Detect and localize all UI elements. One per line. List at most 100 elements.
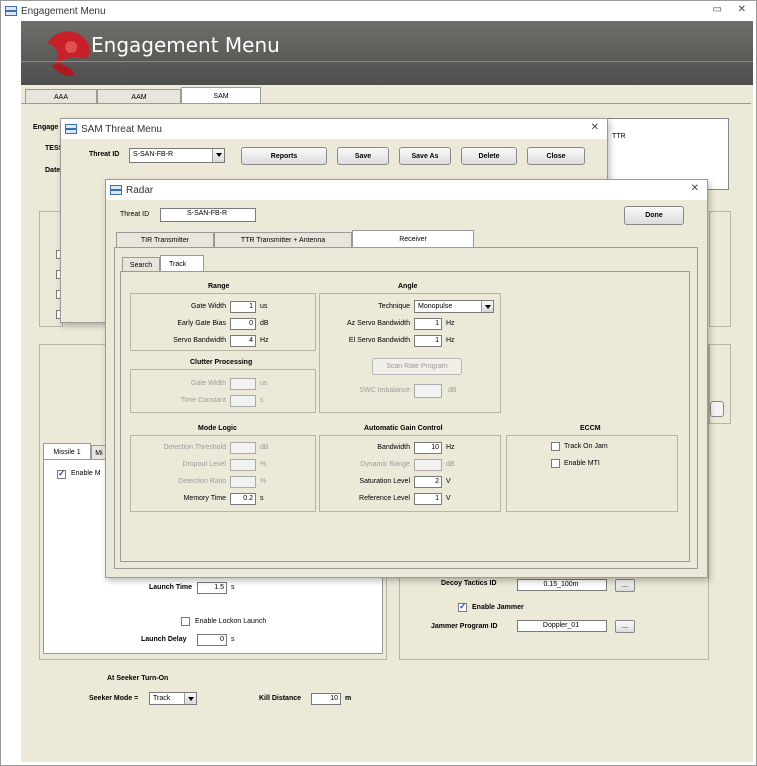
technique-select[interactable]: Monopulse: [414, 300, 494, 313]
range-servo-bandwidth-input[interactable]: 4: [230, 335, 256, 347]
memory-time-unit: s: [260, 495, 264, 502]
angle-heading: Angle: [398, 283, 418, 290]
range-gate-width-label: Gate Width: [190, 303, 226, 310]
enable-jammer-checkbox[interactable]: [458, 601, 467, 612]
chevron-down-icon: [481, 301, 493, 312]
engage-label: Engage: [33, 124, 59, 131]
tab-aam[interactable]: AAM: [97, 89, 181, 104]
close-icon[interactable]: ✕: [738, 4, 746, 15]
seeker-mode-label: Seeker Mode =: [89, 695, 139, 702]
kill-distance-label: Kill Distance: [259, 695, 302, 702]
close-button[interactable]: Close: [527, 147, 585, 165]
dynamic-range-unit: dB: [446, 461, 455, 468]
early-gate-bias-label: Early Gate Bias: [177, 320, 226, 327]
early-gate-bias-unit: dB: [260, 320, 269, 327]
form-icon: [65, 124, 77, 134]
tab-track[interactable]: Track: [160, 255, 204, 272]
delete-button[interactable]: Delete: [461, 147, 517, 165]
launch-delay-input[interactable]: 0: [197, 634, 227, 646]
close-icon[interactable]: ✕: [591, 122, 599, 133]
range-servo-bandwidth-label: Servo Bandwidth: [173, 337, 226, 344]
header-title: Engagement Menu: [91, 33, 280, 57]
detection-threshold-input: [230, 442, 256, 454]
scan-rate-program-button[interactable]: Scan Rate Program: [372, 358, 462, 375]
time-constant-input: [230, 395, 256, 407]
decoy-browse-button[interactable]: ...: [615, 579, 635, 592]
dropout-level-unit: %: [260, 461, 267, 468]
sam-threat-id-label: Threat ID: [89, 151, 120, 158]
agc-bandwidth-unit: Hz: [446, 444, 455, 451]
sam-titlebar: SAM Threat Menu ✕: [61, 119, 607, 139]
agc-heading: Automatic Gain Control: [364, 425, 443, 432]
range-gate-width-input[interactable]: 1: [230, 301, 256, 313]
tab-tir-transmitter[interactable]: TIR Transmitter: [116, 232, 214, 247]
backdrop-button[interactable]: [710, 401, 724, 417]
reference-level-label: Reference Level: [359, 495, 410, 502]
enable-missile-checkbox[interactable]: [57, 468, 66, 479]
radar-threat-id-label: Threat ID: [120, 211, 150, 218]
track-on-jam-label: Track On Jam: [564, 443, 608, 450]
chevron-down-icon: [184, 693, 196, 704]
early-gate-bias-input[interactable]: 0: [230, 318, 256, 330]
ttr-label: TTR: [612, 133, 626, 140]
az-servo-bandwidth-input[interactable]: 1: [414, 318, 442, 330]
tab-strip-line: [21, 103, 751, 104]
saturation-level-input[interactable]: 2: [414, 476, 442, 488]
agc-bandwidth-input[interactable]: 10: [414, 442, 442, 454]
save-as-button[interactable]: Save As: [399, 147, 451, 165]
logo-icon: [47, 31, 90, 76]
enable-missile-label: Enable M: [71, 470, 101, 477]
dynamic-range-label: Dynamic Range: [360, 461, 410, 468]
memory-time-input[interactable]: 0.2: [230, 493, 256, 505]
tab-missile-1[interactable]: Missile 1: [43, 443, 91, 460]
swc-imbalance-input: [414, 384, 442, 398]
reports-button[interactable]: Reports: [241, 147, 327, 165]
launch-time-input[interactable]: 1.5: [197, 582, 227, 594]
jammer-program-browse-button[interactable]: ...: [615, 620, 635, 633]
el-servo-bandwidth-unit: Hz: [446, 337, 455, 344]
tab-ttr-transmitter-antenna[interactable]: TTR Transmitter + Antenna: [214, 232, 352, 247]
clutter-gate-width-unit: us: [260, 380, 268, 387]
seeker-heading: At Seeker Turn-On: [107, 675, 169, 682]
dynamic-range-input: [414, 459, 442, 471]
detection-threshold-label: Detection Threshold: [163, 444, 226, 451]
agc-bandwidth-label: Bandwidth: [377, 444, 410, 451]
az-servo-bandwidth-unit: Hz: [446, 320, 455, 327]
main-title: Engagement Menu: [21, 5, 106, 17]
minimize-icon[interactable]: ▭: [713, 4, 722, 15]
jammer-program-input[interactable]: Doppler_01: [517, 620, 607, 632]
radar-threat-id-field: S-SAN-FB-R: [160, 208, 256, 222]
close-icon[interactable]: ✕: [691, 183, 699, 194]
backdrop-group-right2: [709, 344, 731, 424]
kill-distance-input[interactable]: 10: [311, 693, 341, 705]
reference-level-unit: V: [446, 495, 451, 502]
reference-level-input[interactable]: 1: [414, 493, 442, 505]
enable-lockon-checkbox[interactable]: [181, 617, 190, 626]
seeker-mode-select[interactable]: Track: [149, 692, 197, 705]
detection-ratio-input: [230, 476, 256, 488]
chevron-down-icon: [212, 149, 224, 162]
el-servo-bandwidth-input[interactable]: 1: [414, 335, 442, 347]
tab-aaa[interactable]: AAA: [25, 89, 97, 104]
done-button[interactable]: Done: [624, 206, 684, 225]
range-heading: Range: [208, 283, 230, 290]
main-titlebar: Engagement Menu ▭ ✕: [1, 1, 756, 21]
tab-receiver[interactable]: Receiver: [352, 230, 474, 247]
header-band: Engagement Menu: [21, 21, 753, 85]
enable-mti-checkbox[interactable]: [551, 459, 560, 468]
header-divider: [21, 61, 753, 62]
save-button[interactable]: Save: [337, 147, 389, 165]
sam-threat-id-select[interactable]: S-SAN-FB-R: [129, 148, 225, 163]
form-icon: [5, 6, 17, 16]
time-constant-unit: s: [260, 397, 264, 404]
launch-delay-label: Launch Delay: [141, 636, 187, 643]
dropout-level-input: [230, 459, 256, 471]
time-constant-label: Time Constant: [180, 397, 226, 404]
tab-sam[interactable]: SAM: [181, 87, 261, 104]
az-servo-bandwidth-label: Az Servo Bandwidth: [346, 320, 410, 327]
track-on-jam-checkbox[interactable]: [551, 442, 560, 451]
tab-search[interactable]: Search: [122, 257, 160, 272]
decoy-tactics-input[interactable]: 0.15_100m: [517, 579, 607, 591]
launch-time-label: Launch Time: [149, 584, 193, 591]
radar-title: Radar: [126, 184, 154, 196]
